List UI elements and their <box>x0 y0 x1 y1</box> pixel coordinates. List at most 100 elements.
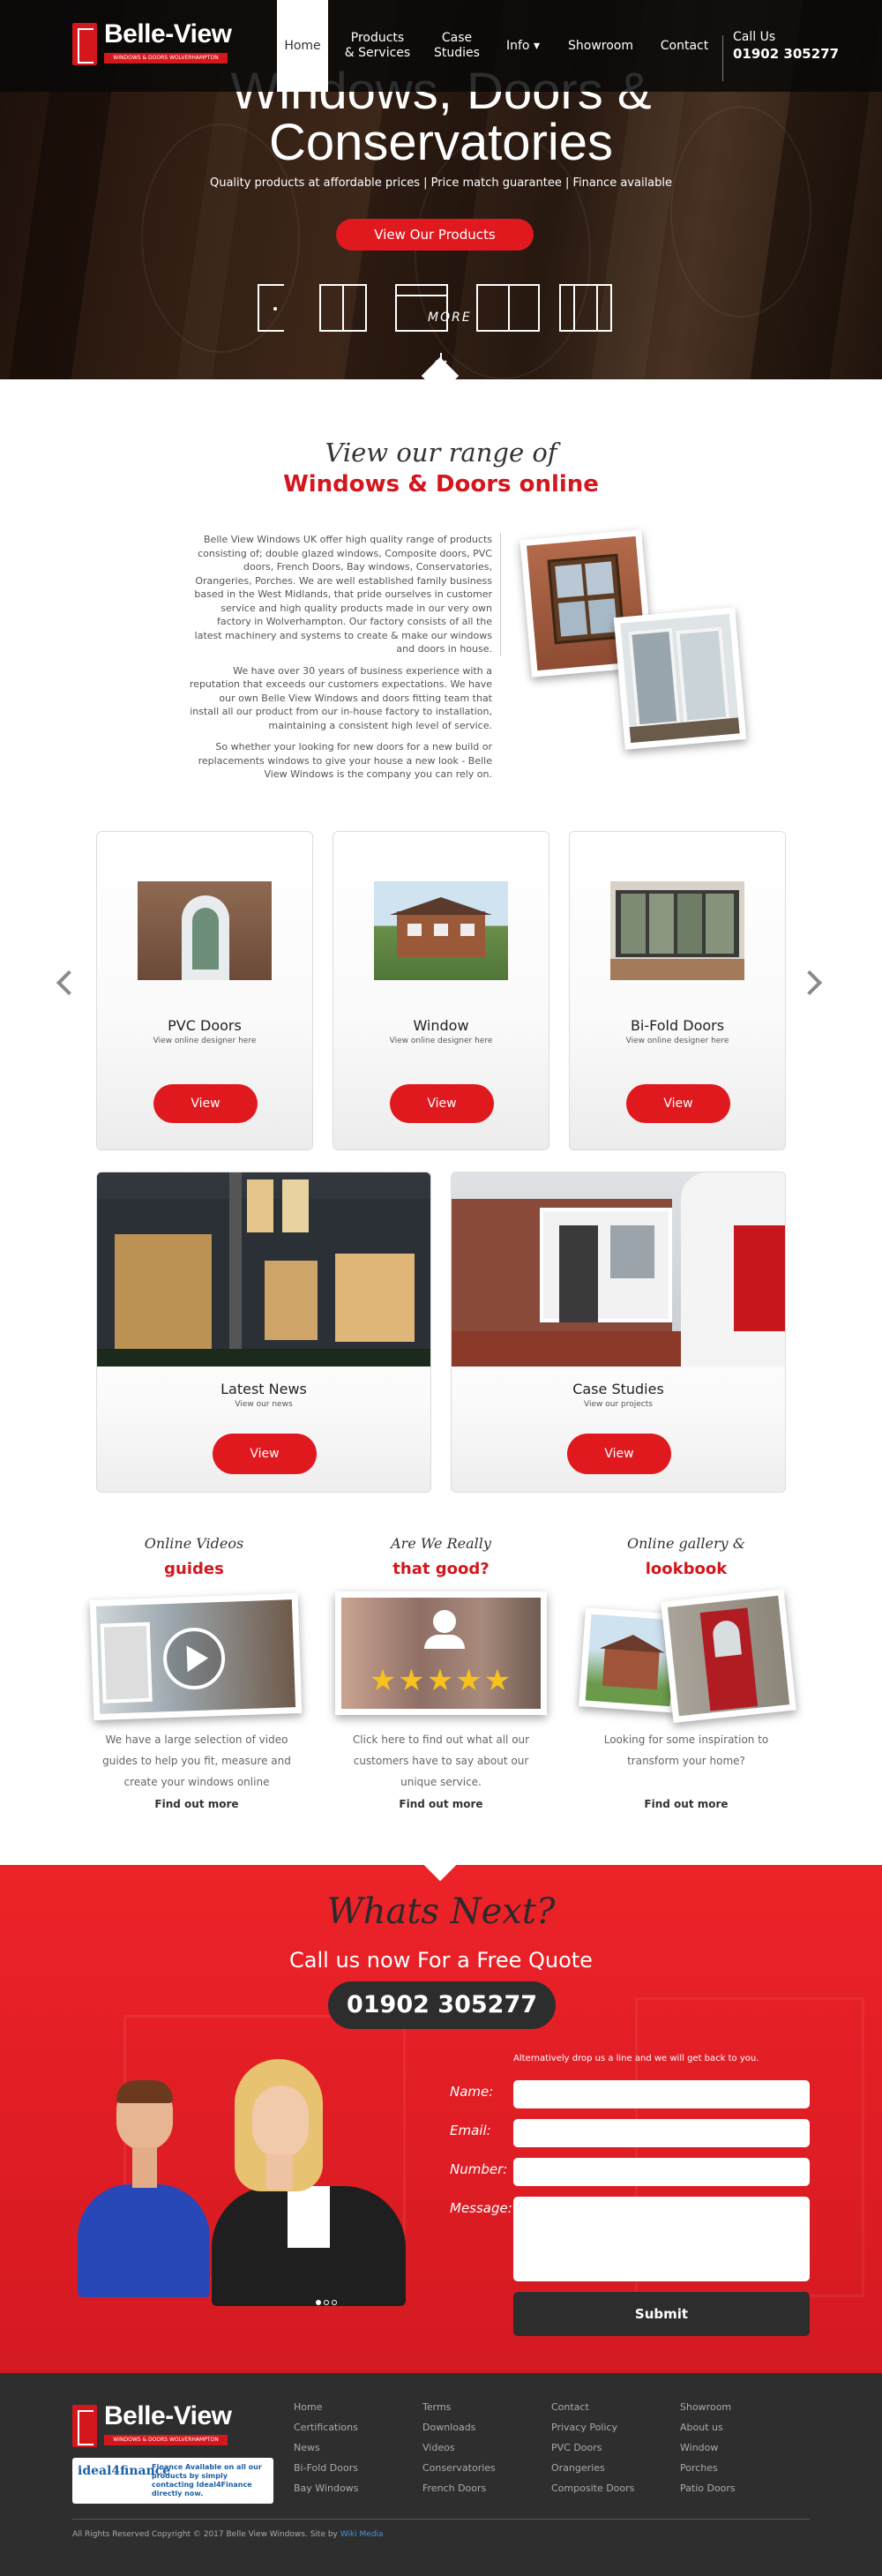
french-window-icon[interactable] <box>476 284 540 332</box>
view-latest-news-button[interactable]: View <box>213 1434 317 1474</box>
nav-showroom[interactable]: Showroom <box>563 0 639 92</box>
footer-link-pvc-doors[interactable]: PVC Doors <box>551 2442 602 2453</box>
footer-link-orangeries[interactable]: Orangeries <box>551 2462 605 2474</box>
nav-info-dropdown[interactable]: Info ▾ <box>499 0 547 92</box>
product-type-icons <box>254 284 616 333</box>
footer-link-terms[interactable]: Terms <box>422 2401 451 2413</box>
reviews-find-out-more[interactable]: Find out more <box>340 1798 542 1810</box>
product-card-bifold-doors: Bi-Fold Doors View online designer here … <box>569 831 786 1150</box>
gallery-pre-title: Online gallery & <box>626 1535 745 1552</box>
nav-products-services[interactable]: Products & Services <box>342 0 413 92</box>
footer-logo-tagline: WINDOWS & DOORS WOLVERHAMPTON <box>104 2435 228 2445</box>
footer-link-about-us[interactable]: About us <box>680 2422 723 2433</box>
chevron-right-icon[interactable] <box>796 970 823 996</box>
footer-link-news[interactable]: News <box>294 2442 320 2453</box>
email-field[interactable] <box>513 2119 810 2147</box>
card-subtitle[interactable]: View online designer here <box>97 1037 312 1045</box>
footer-link-window[interactable]: Window <box>680 2442 718 2453</box>
view-pvc-doors-button[interactable]: View <box>153 1084 258 1123</box>
message-field[interactable] <box>513 2197 810 2281</box>
sliding-door-icon[interactable] <box>559 284 612 332</box>
latest-news-card: Latest News View our news View <box>96 1172 431 1493</box>
copyright-label: All Rights Reserved Copyright © 2017 Bel… <box>72 2530 338 2539</box>
reviews-pre-title: Are We Really <box>391 1535 491 1552</box>
video-guides-thumbnail[interactable] <box>89 1592 303 1721</box>
call-us-label: Call Us <box>733 30 776 44</box>
gallery-photo-door[interactable] <box>661 1589 796 1723</box>
nav-home[interactable]: Home <box>277 0 328 92</box>
card-subtitle[interactable]: View online designer here <box>333 1037 549 1045</box>
number-field[interactable] <box>513 2158 810 2186</box>
finance-badge[interactable]: ideal4finance Finance Available on all o… <box>72 2458 273 2504</box>
range-pre-title: View our range of <box>325 438 557 468</box>
footer-logo[interactable]: Belle-View WINDOWS & DOORS WOLVERHAMPTON <box>72 2401 232 2452</box>
number-label: Number: <box>450 2161 508 2177</box>
submit-button[interactable]: Submit <box>513 2292 810 2336</box>
quote-phone-number[interactable]: 01902 305277 <box>328 1981 556 2029</box>
footer-link-bifold-doors[interactable]: Bi-Fold Doors <box>294 2462 358 2474</box>
footer-link-bay-windows[interactable]: Bay Windows <box>294 2482 358 2494</box>
whats-next-subtitle: Call us now For a Free Quote <box>289 1948 593 1973</box>
view-case-studies-button[interactable]: View <box>567 1434 671 1474</box>
logo-tagline: WINDOWS & DOORS WOLVERHAMPTON <box>104 53 228 64</box>
star-rating-icon: ★★★★★ <box>369 1663 513 1698</box>
more-label[interactable]: MORE <box>428 311 472 325</box>
reviews-thumbnail[interactable]: ★★★★★ <box>335 1591 547 1715</box>
gallery-title: lookbook <box>645 1560 728 1578</box>
header-phone-number[interactable]: 01902 305277 <box>733 46 839 62</box>
play-icon[interactable] <box>161 1626 227 1691</box>
card-subtitle[interactable]: View online designer here <box>570 1037 785 1045</box>
email-label: Email: <box>450 2123 491 2138</box>
footer-link-privacy-policy[interactable]: Privacy Policy <box>551 2422 617 2433</box>
range-description: Belle View Windows UK offer high quality… <box>187 533 492 790</box>
product-card-window: Window View online designer here View <box>333 831 549 1150</box>
footer-link-showroom[interactable]: Showroom <box>680 2401 731 2413</box>
range-paragraph: So whether your looking for new doors fo… <box>198 741 492 780</box>
videos-pre-title: Online Videos <box>144 1535 244 1552</box>
footer-link-contact[interactable]: Contact <box>551 2401 589 2413</box>
people-icon <box>433 1610 456 1633</box>
footer-link-composite-doors[interactable]: Composite Doors <box>551 2482 634 2494</box>
range-photo-bifold <box>613 607 747 750</box>
range-title: Windows & Doors online <box>283 471 599 498</box>
footer-link-porches[interactable]: Porches <box>680 2462 718 2474</box>
footer-link-downloads[interactable]: Downloads <box>422 2422 475 2433</box>
site-credit-link[interactable]: Wiki Media <box>340 2530 384 2539</box>
footer-link-patio-doors[interactable]: Patio Doors <box>680 2482 736 2494</box>
site-logo[interactable]: Belle-View WINDOWS & DOORS WOLVERHAMPTON <box>72 19 232 71</box>
finance-logo: ideal4finance <box>78 2464 171 2478</box>
carousel-dots[interactable] <box>316 2292 342 2305</box>
range-paragraph: Belle View Windows UK offer high quality… <box>194 534 492 655</box>
wide-card-subtitle: View our news <box>235 1400 293 1409</box>
top-navigation: Belle-View WINDOWS & DOORS WOLVERHAMPTON… <box>0 0 882 92</box>
whats-next-title: Whats Next? <box>326 1891 556 1932</box>
footer-link-videos[interactable]: Videos <box>422 2442 455 2453</box>
nav-contact[interactable]: Contact <box>653 0 716 92</box>
wide-card-title: Case Studies <box>572 1381 664 1397</box>
door-icon[interactable] <box>258 284 284 332</box>
view-bifold-doors-button[interactable]: View <box>626 1084 730 1123</box>
case-studies-card: Case Studies View our projects View <box>451 1172 786 1493</box>
gallery-find-out-more[interactable]: Find out more <box>585 1798 788 1810</box>
footer-link-conservatories[interactable]: Conservatories <box>422 2462 496 2474</box>
window-house-image <box>374 881 508 980</box>
nav-case-studies[interactable]: Case Studies <box>427 0 487 92</box>
footer-link-french-doors[interactable]: French Doors <box>422 2482 486 2494</box>
chevron-left-icon[interactable] <box>56 970 82 996</box>
name-field[interactable] <box>513 2080 810 2108</box>
footer-link-certifications[interactable]: Certifications <box>294 2422 358 2433</box>
message-label: Message: <box>450 2200 512 2216</box>
range-paragraph: We have over 30 years of business experi… <box>189 664 492 731</box>
view-products-button[interactable]: View Our Products <box>336 219 534 251</box>
form-note: Alternatively drop us a line and we will… <box>513 2054 759 2063</box>
videos-find-out-more[interactable]: Find out more <box>95 1798 298 1810</box>
view-window-button[interactable]: View <box>390 1084 494 1123</box>
footer-link-home[interactable]: Home <box>294 2401 322 2413</box>
window-icon[interactable] <box>319 284 367 332</box>
footer-logo-text: Belle-View <box>104 2401 232 2430</box>
copyright-text: All Rights Reserved Copyright © 2017 Bel… <box>72 2530 384 2539</box>
card-title: Bi-Fold Doors <box>630 1017 725 1034</box>
reviews-description: Click here to find out what all our cust… <box>352 1734 530 1788</box>
bifold-door-image <box>610 881 744 980</box>
gallery-description: Looking for some inspiration to transfor… <box>603 1734 769 1767</box>
